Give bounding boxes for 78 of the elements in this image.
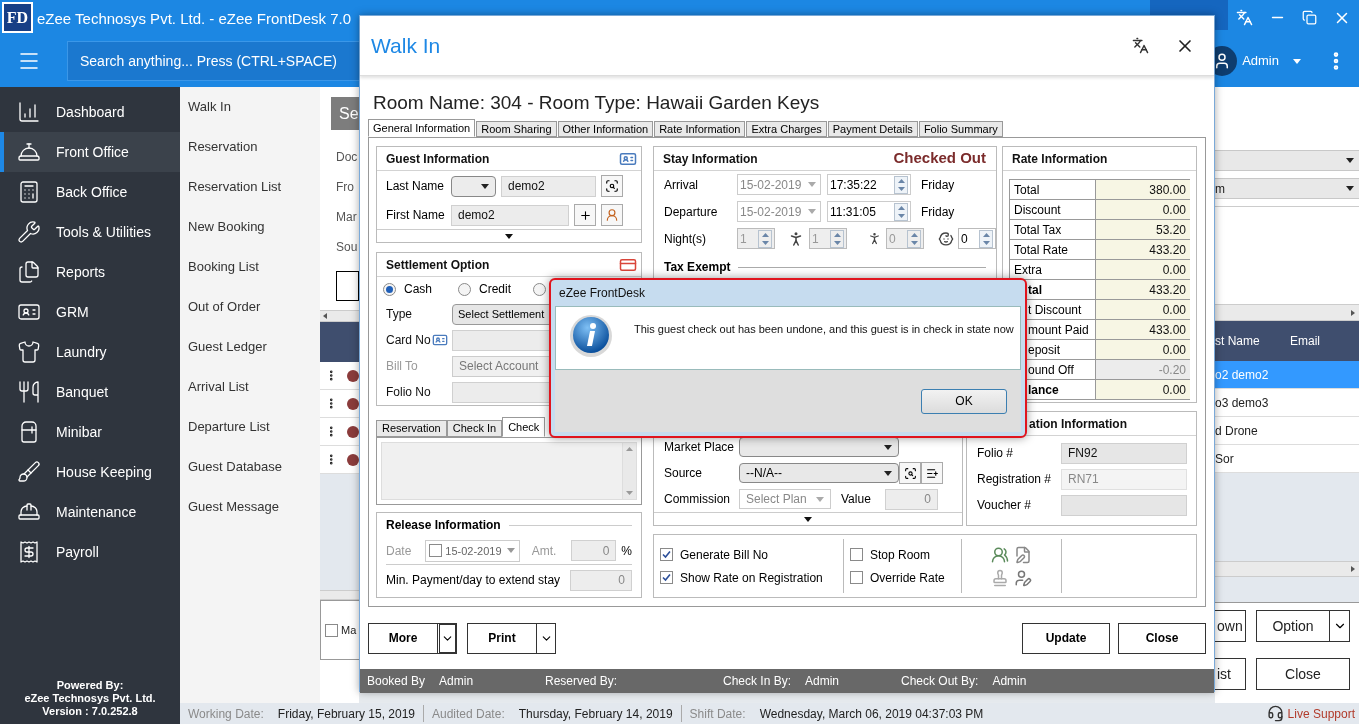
field-label: Min. Payment/day to extend stay bbox=[386, 572, 561, 590]
table-cell-text: o3 demo3 bbox=[1215, 394, 1269, 412]
footer-text: Powered By: bbox=[56, 679, 124, 692]
field-label: Last Name bbox=[386, 178, 446, 195]
field-label: Arrival bbox=[664, 176, 699, 194]
window-title: eZee Technosys Pvt. Ltd. - eZee FrontDesk 7.0 bbox=[37, 9, 352, 29]
audit-label: Booked By bbox=[367, 673, 426, 690]
panel-title: Stay Information bbox=[663, 150, 758, 168]
field-label: Type bbox=[386, 306, 412, 323]
field-label: Doc bbox=[336, 149, 358, 166]
checkbox-label: Show Rate on Registration bbox=[680, 569, 823, 587]
field-label: Voucher # bbox=[977, 497, 1033, 514]
room-heading: Room Name: 304 - Room Type: Hawaii Garden Keys bbox=[373, 90, 820, 115]
checkbox-label: Generate Bill No bbox=[680, 546, 769, 564]
field-label: Source bbox=[664, 465, 704, 482]
field-label: Commission bbox=[664, 491, 731, 508]
audit-label: Reserved By: bbox=[545, 673, 618, 690]
radio-label: Cash bbox=[404, 281, 432, 298]
field-label: Folio # bbox=[977, 445, 1015, 462]
section-title: Tax Exempt bbox=[664, 259, 731, 276]
rate-value: 433.20 bbox=[1096, 240, 1190, 259]
table-cell-text: o2 demo2 bbox=[1215, 366, 1269, 384]
status-label: Working Date: bbox=[188, 705, 264, 723]
audit-label: Check In By: bbox=[723, 673, 792, 690]
field-label: Card No bbox=[386, 332, 431, 349]
column-header: Email bbox=[1290, 333, 1320, 350]
field-label: Sou bbox=[336, 239, 358, 256]
day-label: Friday bbox=[921, 176, 955, 194]
status-value: Wednesday, March 06, 2019 04:37:03 PM bbox=[759, 705, 984, 723]
checkbox-label: Ma bbox=[341, 622, 357, 638]
audit-value: Admin bbox=[805, 673, 840, 690]
field-label: Bill To bbox=[386, 358, 418, 375]
rate-value: 0.00 bbox=[1096, 340, 1190, 359]
rate-value: 433.20 bbox=[1096, 280, 1190, 299]
rate-value: 433.00 bbox=[1096, 320, 1190, 339]
footer-text: eZee Technosys Pvt. Ltd. bbox=[24, 692, 156, 705]
field-label: Market Place bbox=[664, 439, 736, 456]
field-label: Night(s) bbox=[664, 230, 707, 248]
panel-title: Release Information bbox=[386, 517, 501, 535]
app-logo: FD bbox=[2, 2, 33, 33]
field-label: Value bbox=[841, 491, 872, 508]
panel-title: Settlement Option bbox=[386, 256, 490, 274]
rate-value: 0.00 bbox=[1096, 380, 1190, 399]
field-label: First Name bbox=[386, 207, 446, 224]
rate-value: 380.00 bbox=[1096, 180, 1190, 199]
field-label: Folio No bbox=[386, 384, 431, 401]
panel-title: Guest Information bbox=[386, 150, 490, 168]
status-text: Checked Out bbox=[893, 148, 986, 169]
rate-value: 0.00 bbox=[1096, 300, 1190, 319]
rate-value: 53.20 bbox=[1096, 220, 1190, 239]
radio-label: Credit bbox=[479, 281, 511, 298]
table-cell-text: d Drone bbox=[1215, 422, 1258, 440]
day-label: Friday bbox=[921, 203, 955, 221]
dialog-title: eZee FrontDesk bbox=[559, 285, 646, 302]
field-label: Date bbox=[386, 542, 413, 560]
checkbox-label: Stop Room bbox=[870, 546, 931, 564]
audit-label: Check Out By: bbox=[901, 673, 979, 690]
percent-label: % bbox=[621, 542, 632, 560]
field-label: Registration # bbox=[977, 471, 1053, 488]
panel-title: Rate Information bbox=[1012, 150, 1108, 168]
rate-value: -0.20 bbox=[1096, 360, 1190, 379]
footer-text: Version : 7.0.252.8 bbox=[42, 705, 138, 718]
status-value: Friday, February 15, 2019 bbox=[277, 705, 415, 723]
audit-value: Admin bbox=[992, 673, 1027, 690]
status-label: Audited Date: bbox=[432, 705, 505, 723]
checkbox-label: Override Rate bbox=[870, 569, 945, 587]
audit-value: Admin bbox=[439, 673, 474, 690]
column-header: st Name bbox=[1215, 333, 1261, 350]
field-label: Amt. bbox=[531, 542, 558, 560]
panel-title: ation Information bbox=[1029, 415, 1127, 433]
table-cell-text: Sor bbox=[1215, 450, 1234, 468]
field-label: Fro bbox=[336, 179, 354, 196]
status-value: Thursday, February 14, 2019 bbox=[518, 705, 673, 723]
field-label: Mar bbox=[336, 209, 357, 226]
status-label: Shift Date: bbox=[689, 705, 746, 723]
field-label: Departure bbox=[664, 203, 719, 221]
rate-value: 0.00 bbox=[1096, 200, 1190, 219]
rate-value: 0.00 bbox=[1096, 260, 1190, 279]
